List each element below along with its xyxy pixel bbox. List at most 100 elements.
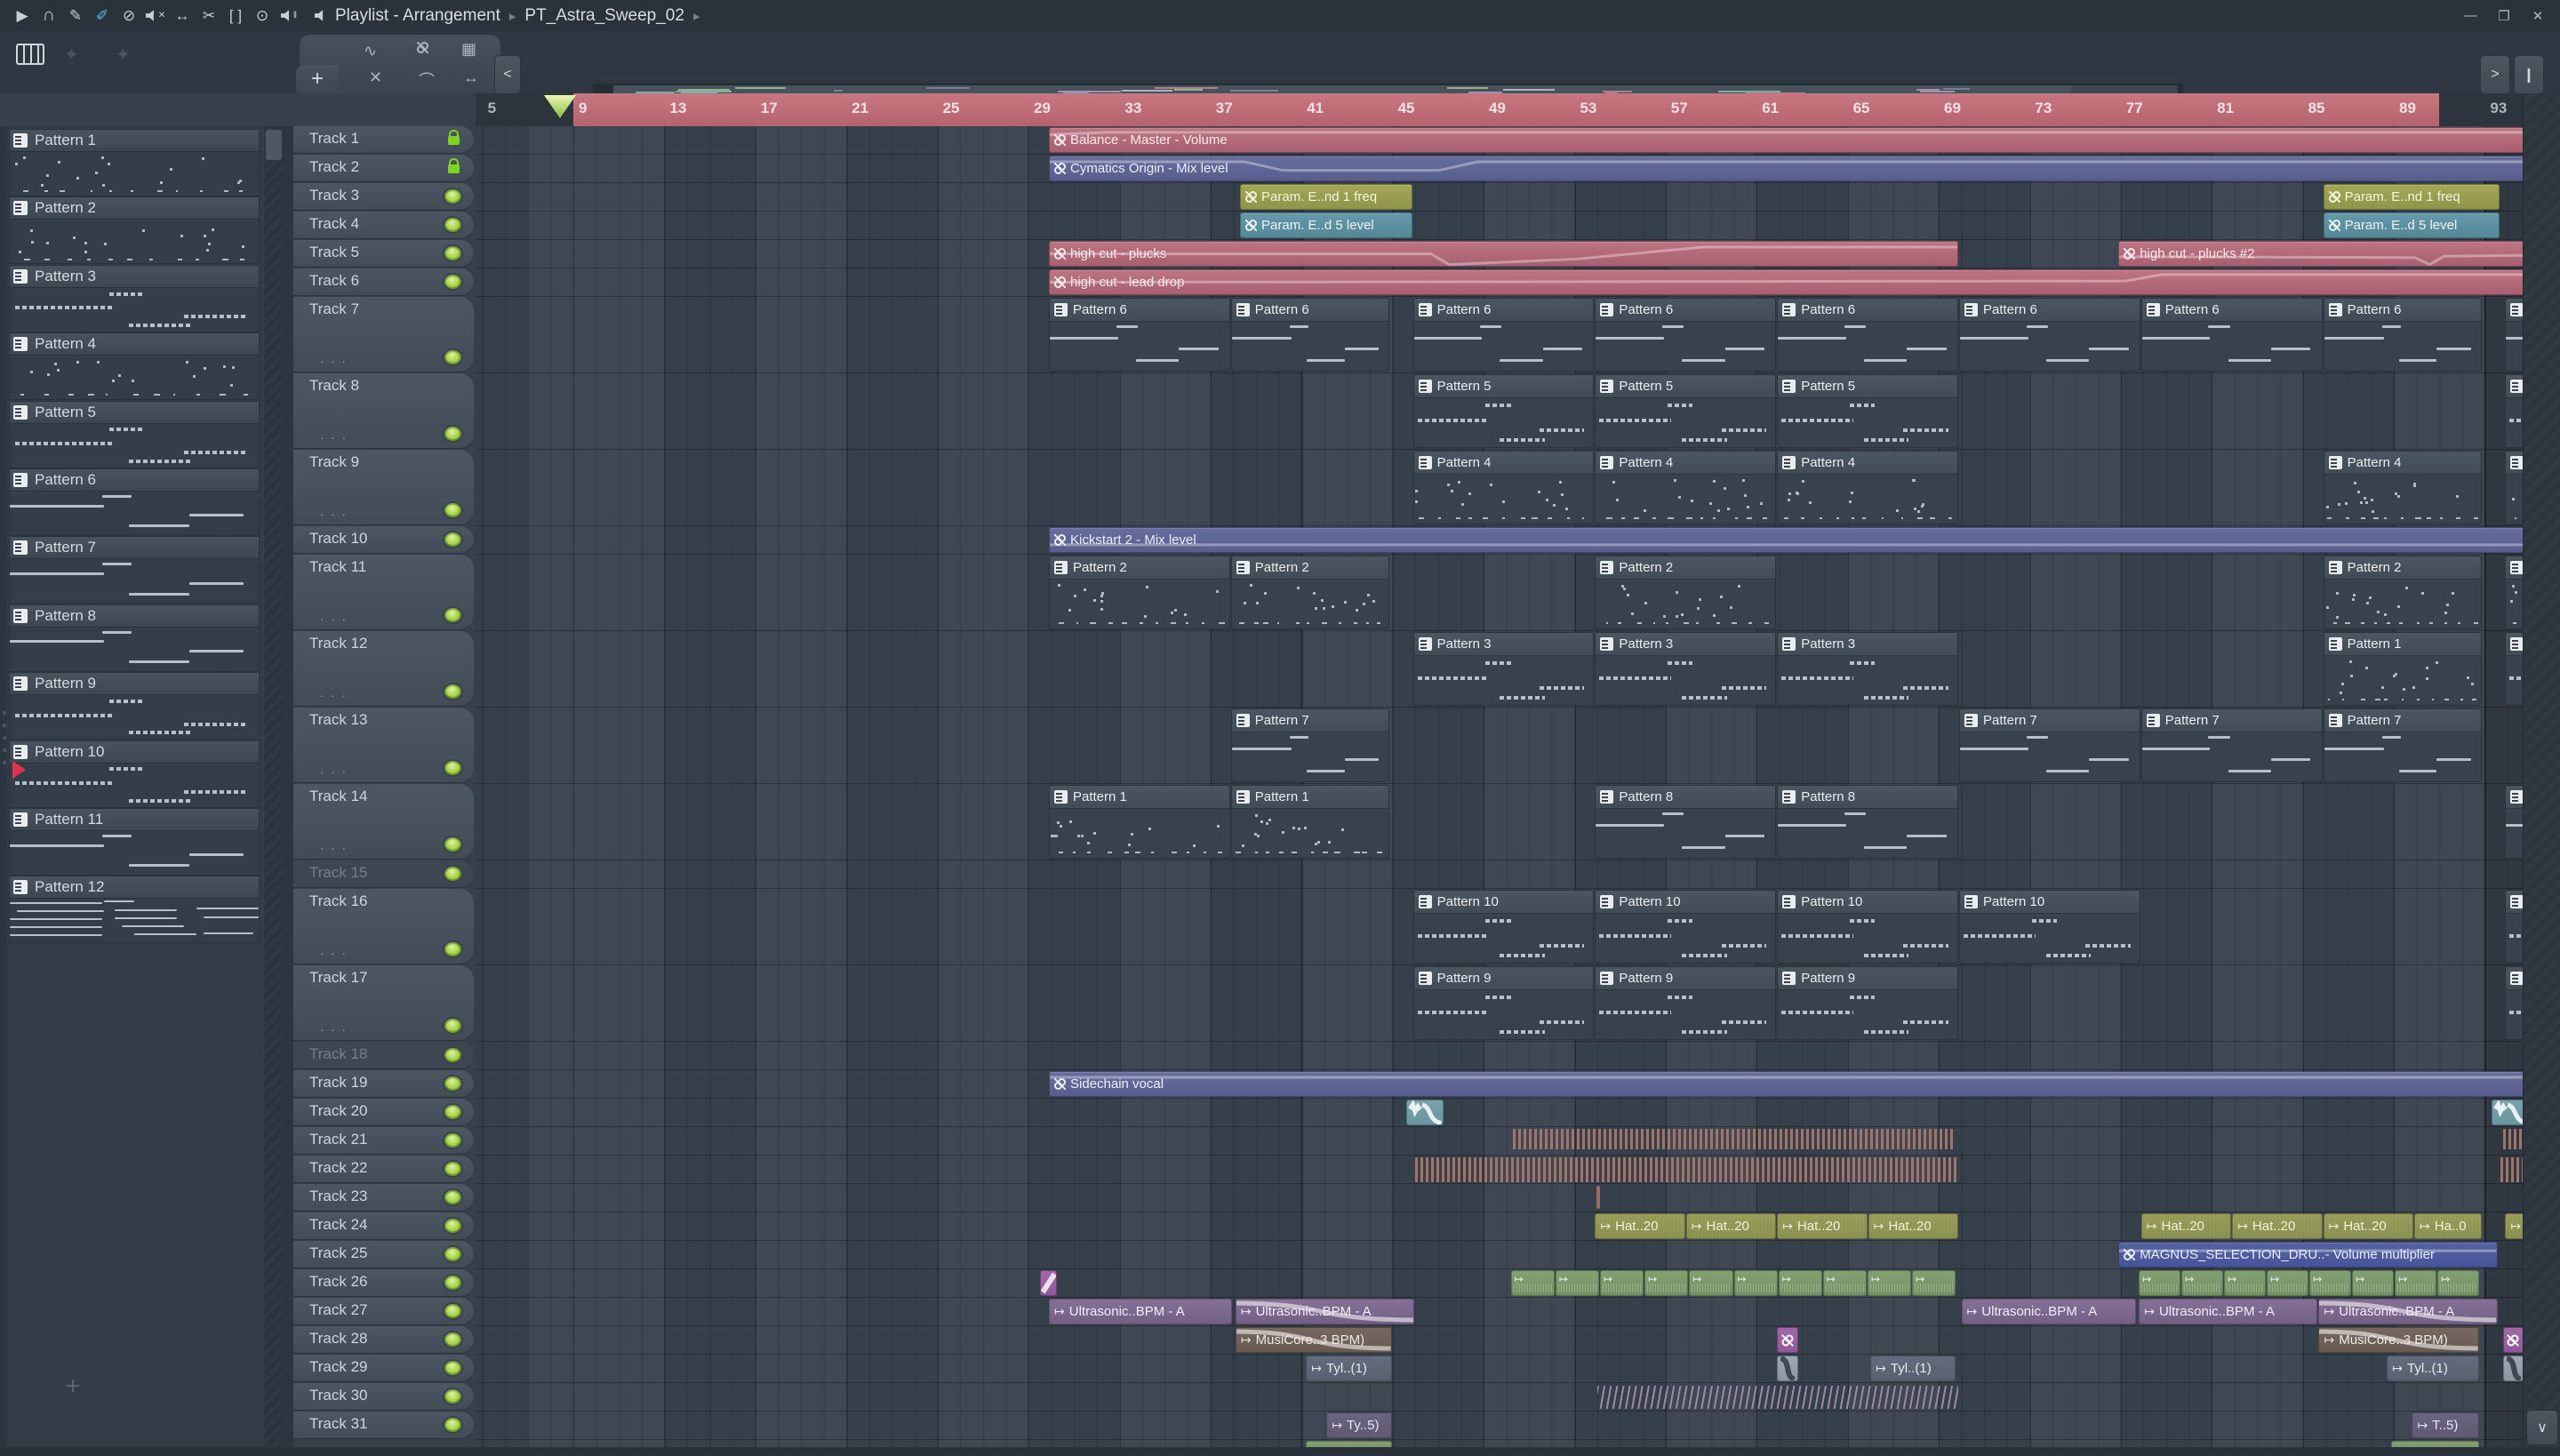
pattern-clip[interactable]: Pattern 4 [2505,451,2523,524]
audio-segment[interactable]: ↦ [1778,1270,1822,1296]
track-enable-led[interactable] [444,867,461,881]
track-row[interactable]: Track 2 [293,155,474,182]
track-row[interactable]: Track 11 . . . [293,555,474,630]
maximize-button[interactable]: ❐ [2494,8,2514,24]
audio-clip[interactable]: ↦ Tyl..(1) [2387,1356,2480,1381]
audio-clip[interactable]: ↦Hat..20 [2232,1213,2323,1239]
mini-clip[interactable] [1039,1270,1058,1296]
track-row[interactable]: Track 10 [293,526,474,554]
track-options-dots[interactable]: . . . [320,609,348,624]
audio-segment[interactable]: ↦ [2181,1270,2224,1296]
track-row[interactable]: Track 7 . . . [293,297,474,372]
audio-segment[interactable]: ↦ [1822,1270,1868,1296]
perf-mode-icon[interactable]: ✦ [64,44,79,66]
audio-segment[interactable]: ↦ [1510,1270,1555,1296]
pattern-clip[interactable]: Pattern 6 [1959,298,2140,372]
stretch-icon[interactable]: ↔ [169,3,196,29]
track-enable-led[interactable] [444,503,461,517]
track-row[interactable]: Track 15 [293,860,474,888]
pattern-clip[interactable]: Pattern 2 [2505,556,2523,629]
audio-clip[interactable]: ↦Hat..20 [2323,1213,2413,1239]
audio-segment[interactable]: ↦ [1733,1270,1778,1296]
audio-clip[interactable]: ↦ Ultrasonic..BPM - A [1961,1299,2136,1324]
pattern-item[interactable]: Pattern 11 [9,808,260,876]
track-enable-led[interactable] [444,1162,461,1176]
track-enable-led[interactable] [444,684,461,699]
track-row[interactable]: Track 27 [293,1298,474,1325]
track-row[interactable]: Track 8 . . . [293,373,474,449]
paint-icon[interactable]: ✐ [89,3,116,29]
pattern-clip[interactable]: Pattern 5 [1595,374,1777,448]
audio-clip[interactable]: ↦Hat..20 [1685,1213,1777,1239]
track-row[interactable]: Track 30 [293,1383,474,1411]
pattern-clip[interactable]: Pattern 10 [1777,890,1958,964]
pattern-item[interactable]: Pattern 10 [9,740,260,808]
pattern-clip[interactable]: Pattern 6 [1230,298,1389,372]
track-enable-led[interactable] [444,1133,461,1148]
add-pattern-button[interactable]: + [53,1367,92,1406]
mini-clip[interactable] [2492,1100,2523,1125]
pattern-clip[interactable]: Pattern 7 [2323,708,2482,782]
forbid-icon[interactable]: ⊘ [116,3,142,29]
scroll-down-button[interactable]: ∨ [2526,1410,2558,1445]
pattern-clip[interactable]: Pattern 2 [1230,556,1389,629]
audio-clip[interactable]: ↦Hat..20 [2140,1213,2232,1239]
audio-clip-partial[interactable] [1306,1441,1392,1447]
track-options-dots[interactable]: . . . [320,762,348,777]
track-row[interactable]: Track 13 . . . [293,708,474,783]
pattern-clip[interactable]: Pattern 8 [2505,785,2523,859]
audio-clip[interactable]: ↦Hat..20 [1595,1213,1685,1239]
audio-segment[interactable]: ↦ [2224,1270,2267,1296]
track-row[interactable]: Track 3 [293,183,474,211]
track-enable-led[interactable] [444,189,461,204]
audio-clip[interactable]: ↦ MusiCore..3 BPM) [1235,1327,1392,1353]
automation-clip[interactable]: Kickstart 2 - Mix level [1049,527,2523,553]
pattern-clip[interactable]: Pattern 2 [2323,556,2482,629]
track-options-dots[interactable]: . . . [320,351,348,366]
track-options-dots[interactable]: . . . [320,838,348,853]
track-row[interactable]: Track 4 [293,212,474,239]
pattern-item[interactable]: Pattern 1 [9,129,260,196]
pattern-item[interactable]: Pattern 12 [9,876,260,944]
track-options-dots[interactable]: . . . [320,685,348,700]
pattern-item-header[interactable]: Pattern 1 [9,129,260,152]
audio-clip[interactable]: ↦ Ultrasonic..BPM - A [2139,1299,2318,1324]
pattern-clip[interactable]: Pattern 7 [1959,708,2140,782]
stutter-clip[interactable] [2502,1129,2523,1150]
pattern-clip[interactable]: Pattern 9 [2505,966,2523,1040]
audio-segment[interactable]: ↦ [1689,1270,1733,1296]
track-row[interactable]: Track 25 [293,1241,474,1268]
track-enable-led[interactable] [444,1389,461,1404]
pattern-clip[interactable]: Pattern 6 [2140,298,2323,372]
audio-segment-group[interactable]: ↦ ↦ ↦ ↦ ↦ ↦ ↦ ↦ [2139,1270,2480,1296]
track-enable-led[interactable] [444,1247,461,1261]
pattern-clip[interactable]: Pattern 9 [1777,966,1958,1040]
automation-clip[interactable]: Param. E..nd 1 freq [1240,184,1412,210]
audio-clip[interactable]: ↦Hat..20 [1777,1213,1868,1239]
track-row[interactable]: Track 21 [293,1127,474,1155]
add-track-button[interactable]: + [296,65,339,93]
track-row[interactable]: Track 6 [293,268,474,296]
track-enable-led[interactable] [444,1276,461,1290]
pattern-item-header[interactable]: Pattern 5 [9,400,260,424]
pattern-item-header[interactable]: Pattern 4 [9,332,260,356]
mini-clip[interactable] [1777,1356,1798,1381]
playlist-grid[interactable]: Balance - Master - Volume Cymatics Origin… [476,126,2523,1447]
draw-icon[interactable]: ✎ [62,3,89,29]
keyboard-icon[interactable] [16,44,44,65]
pattern-item-header[interactable]: Pattern 7 [9,536,260,560]
pattern-clip[interactable]: Pattern 1 [2323,632,2482,706]
track-enable-led[interactable] [444,427,461,441]
timeline-ruler[interactable]: 5 9 13 17 21 25 29 33 37 41 45 49 53 57 61 65 69 73 77 81 85… [476,93,2523,127]
track-row[interactable]: Track 26 [293,1269,474,1297]
preview-icon[interactable]: ‖ [276,3,302,29]
audio-segment[interactable]: ↦ [2139,1270,2181,1296]
audio-segment[interactable]: ↦ [1555,1270,1600,1296]
pattern-clip[interactable]: Pattern 10 [1595,890,1777,964]
zoom-icon[interactable]: ⊙ [249,3,276,29]
track-row[interactable]: Track 14 . . . [293,784,474,860]
pattern-item-header[interactable]: Pattern 9 [9,672,260,696]
pattern-clip[interactable]: Pattern 6 [1777,298,1958,372]
automation-clip[interactable]: Sidechain vocal [1049,1071,2523,1097]
play-icon[interactable]: ▶ [9,3,36,29]
